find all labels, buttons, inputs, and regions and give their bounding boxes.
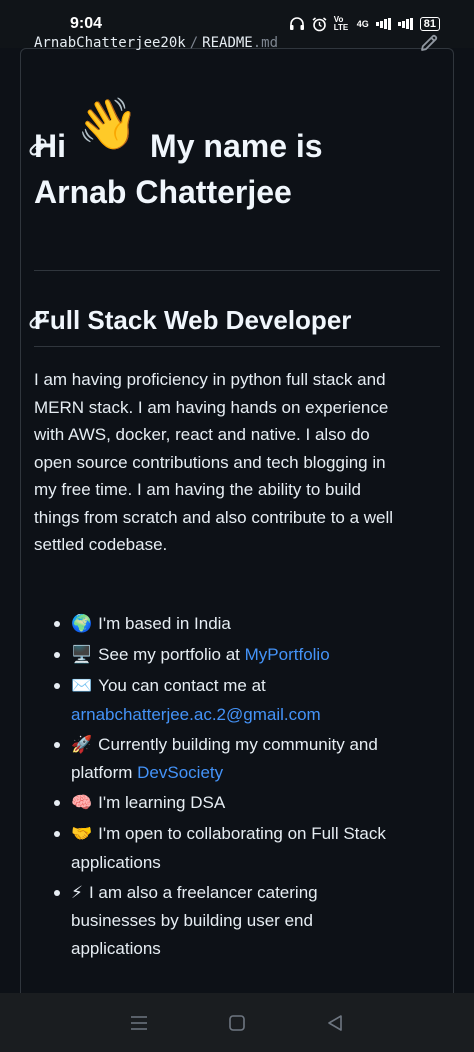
home-square-icon[interactable] xyxy=(227,1013,247,1033)
desktop-emoji-icon: 🖥️ xyxy=(71,645,93,665)
list-item: 🤝 I'm open to collaborating on Full Stack… xyxy=(34,820,400,876)
breadcrumb-owner[interactable]: ArnabChatterjee20k xyxy=(34,35,186,51)
portfolio-link[interactable]: MyPortfolio xyxy=(245,645,330,664)
pencil-icon[interactable] xyxy=(418,32,440,54)
title-name: Arnab Chatterjee xyxy=(34,174,292,210)
section-title: Full Stack Web Developer xyxy=(34,305,352,335)
title-line1-rest: My name is xyxy=(150,128,323,164)
battery-indicator: 81 xyxy=(419,17,440,31)
section-divider xyxy=(34,346,440,347)
handshake-emoji-icon: 🤝 xyxy=(71,824,93,844)
rocket-emoji-icon: 🚀 xyxy=(71,734,93,755)
signal-strength-2-icon xyxy=(397,18,413,30)
list-item-text: See my portfolio at xyxy=(98,645,245,664)
network-4g-label: 4G xyxy=(356,19,369,29)
breadcrumb-filename: README xyxy=(202,35,253,51)
heading-divider xyxy=(34,270,440,271)
bio-paragraph: I am having proficiency in python full s… xyxy=(34,370,394,554)
breadcrumb-extension: .md xyxy=(252,35,279,51)
list-item-text: You can contact me at xyxy=(98,676,266,695)
list-item-text: I'm learning DSA xyxy=(98,793,226,812)
list-item: 🧠 I'm learning DSA xyxy=(34,789,400,818)
email-link[interactable]: arnabchatterjee.ac.2@gmail.com xyxy=(71,705,321,724)
title-greeting: Hi xyxy=(34,128,66,164)
globe-emoji-icon: 🌍 xyxy=(71,614,93,634)
list-item-text: I'm based in India xyxy=(98,614,231,633)
info-list: 🌍 I'm based in India 🖥️ See my portfolio a… xyxy=(34,610,400,965)
list-item: 🌍 I'm based in India xyxy=(34,610,400,639)
page-title: Hi 👋 My name is Arnab Chatterjee xyxy=(34,99,400,215)
headphones-icon xyxy=(289,17,305,31)
list-item: 🚀 Currently building my community and pla… xyxy=(34,731,400,787)
list-item: 🖥️ See my portfolio at MyPortfolio xyxy=(34,641,400,670)
list-item: ✉️ You can contact me at arnabchatterjee.… xyxy=(34,672,400,728)
signal-strength-icon xyxy=(375,18,391,30)
envelope-emoji-icon: ✉️ xyxy=(71,676,93,696)
list-item-text: I'm open to collaborating on Full Stack … xyxy=(71,824,386,872)
file-header: ArnabChatterjee20k / README.md xyxy=(34,30,440,56)
lightning-emoji-icon: ⚡ xyxy=(71,882,83,903)
navigation-bar xyxy=(0,993,474,1052)
menu-icon[interactable] xyxy=(129,1013,149,1033)
brain-emoji-icon: 🧠 xyxy=(71,793,93,813)
list-item-text: Currently building my community and plat… xyxy=(71,734,378,783)
breadcrumb: ArnabChatterjee20k / README.md xyxy=(34,35,278,51)
devsociety-link[interactable]: DevSociety xyxy=(137,763,223,782)
list-item-text: I am also a freelancer catering business… xyxy=(71,882,318,958)
list-item: ⚡ I am also a freelancer catering busines… xyxy=(34,879,400,963)
back-triangle-icon[interactable] xyxy=(325,1013,345,1033)
breadcrumb-separator: / xyxy=(189,35,199,51)
waving-hand-emoji: 👋 xyxy=(76,96,140,152)
